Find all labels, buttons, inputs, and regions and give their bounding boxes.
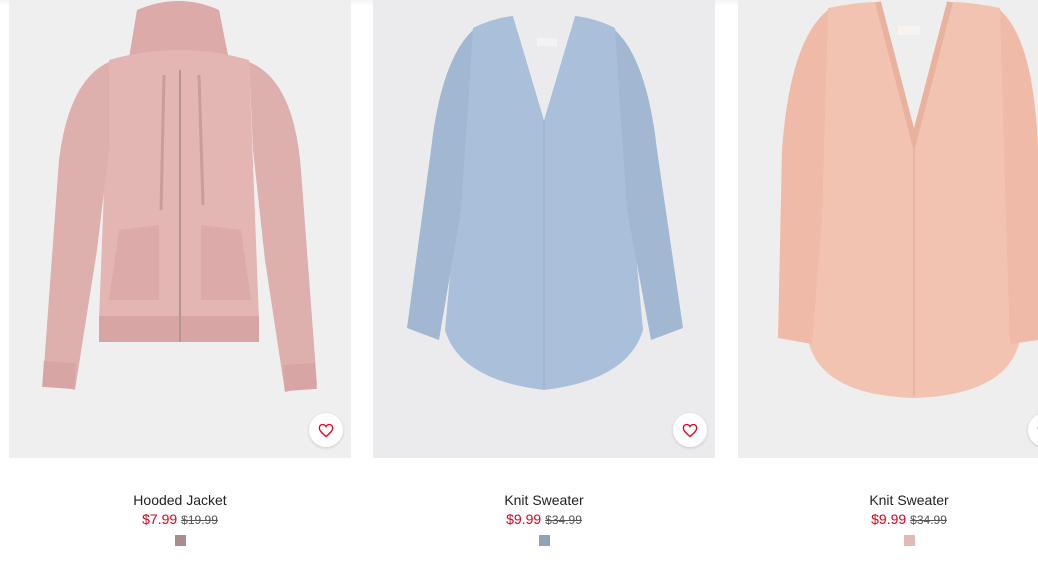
color-swatch[interactable] — [903, 535, 915, 546]
original-price: $34.99 — [545, 513, 582, 527]
sale-price: $9.99 — [871, 511, 907, 527]
product-name[interactable]: Knit Sweater — [738, 491, 1038, 509]
sale-price: $9.99 — [506, 511, 542, 527]
product-image[interactable] — [738, 0, 1038, 458]
price-row: $9.99 $34.99 — [738, 510, 1038, 529]
color-swatch[interactable] — [538, 535, 550, 546]
product-info: Knit Sweater $9.99 $34.99 — [738, 491, 1038, 551]
original-price: $34.99 — [910, 513, 947, 527]
label — [537, 38, 557, 46]
price-row: $7.99 $19.99 — [9, 510, 351, 529]
product-grid: Hooded Jacket $7.99 $19.99 Knit Sweater … — [9, 0, 1038, 562]
heart-icon — [682, 423, 698, 437]
original-price: $19.99 — [181, 513, 218, 527]
product-card[interactable]: Hooded Jacket $7.99 $19.99 — [9, 0, 351, 562]
wishlist-button[interactable] — [673, 413, 707, 447]
sale-price: $7.99 — [142, 511, 178, 527]
price-row: $9.99 $34.99 — [373, 510, 715, 529]
product-info: Knit Sweater $9.99 $34.99 — [373, 491, 715, 551]
product-name[interactable]: Hooded Jacket — [9, 491, 351, 509]
product-image[interactable] — [373, 0, 715, 458]
left-cuff — [42, 360, 76, 390]
wishlist-button[interactable] — [309, 413, 343, 447]
right-cuff — [283, 362, 317, 392]
color-swatch[interactable] — [174, 535, 186, 546]
heart-icon — [318, 423, 334, 437]
product-card[interactable]: Knit Sweater $9.99 $34.99 — [738, 0, 1038, 562]
product-card[interactable]: Knit Sweater $9.99 $34.99 — [373, 0, 715, 562]
product-name[interactable]: Knit Sweater — [373, 491, 715, 509]
product-image[interactable] — [9, 0, 351, 458]
product-info: Hooded Jacket $7.99 $19.99 — [9, 491, 351, 551]
label — [898, 26, 920, 35]
